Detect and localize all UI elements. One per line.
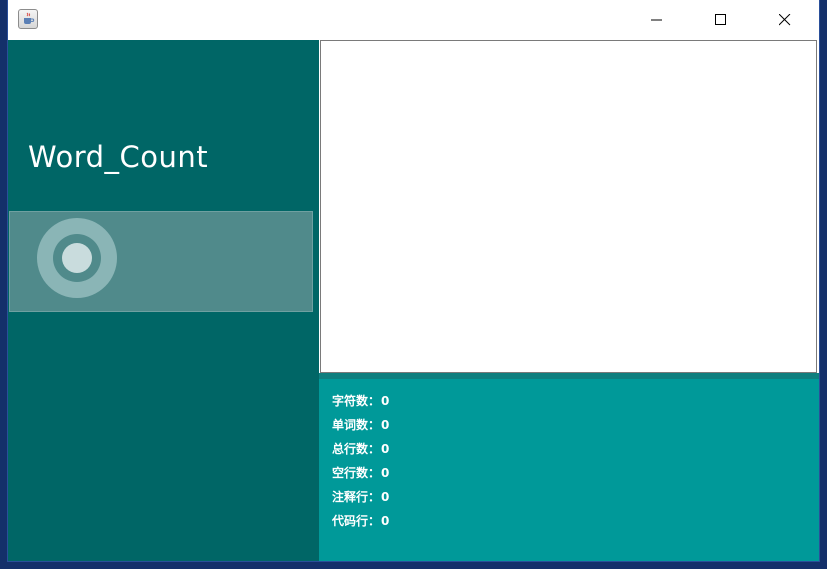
stat-label: 注释行： (332, 490, 381, 504)
select-file-button[interactable] (9, 211, 313, 312)
stat-label: 总行数： (332, 442, 381, 456)
stat-value: 0 (381, 394, 390, 408)
text-area[interactable] (320, 40, 817, 373)
close-icon (779, 14, 791, 26)
stat-value: 0 (381, 514, 390, 528)
stats-panel: 字符数：0 单词数：0 总行数：0 空行数：0 注释行：0 代码行：0 (319, 373, 819, 561)
minimize-icon (651, 19, 662, 21)
stat-value: 0 (381, 442, 390, 456)
app-title: Word_Count (28, 140, 209, 174)
stats-divider (319, 373, 819, 379)
close-button[interactable] (753, 0, 817, 40)
minimize-button[interactable] (625, 0, 689, 40)
maximize-icon (715, 14, 726, 25)
left-panel: Word_Count (8, 40, 319, 561)
circle-ring-icon (37, 218, 117, 298)
stat-code-lines: 代码行：0 (332, 511, 389, 531)
ring-inner (53, 234, 101, 282)
stat-label: 单词数： (332, 418, 381, 432)
java-cup-icon[interactable] (18, 9, 38, 29)
stat-label: 空行数： (332, 466, 381, 480)
ring-core (62, 243, 92, 273)
stat-label: 代码行： (332, 514, 381, 528)
stat-comment-lines: 注释行：0 (332, 487, 389, 507)
stat-label: 字符数： (332, 394, 381, 408)
stat-blank-lines: 空行数：0 (332, 463, 389, 483)
stat-total-lines: 总行数：0 (332, 439, 389, 459)
stat-value: 0 (381, 466, 390, 480)
stat-value: 0 (381, 490, 390, 504)
stat-word-count: 单词数：0 (332, 415, 389, 435)
app-window: Word_Count 字符数：0 单词数：0 总行数：0 空行数：0 注释行：0 (8, 0, 819, 561)
stat-value: 0 (381, 418, 390, 432)
title-bar[interactable] (8, 0, 819, 40)
stat-char-count: 字符数：0 (332, 391, 389, 411)
maximize-button[interactable] (689, 0, 753, 40)
